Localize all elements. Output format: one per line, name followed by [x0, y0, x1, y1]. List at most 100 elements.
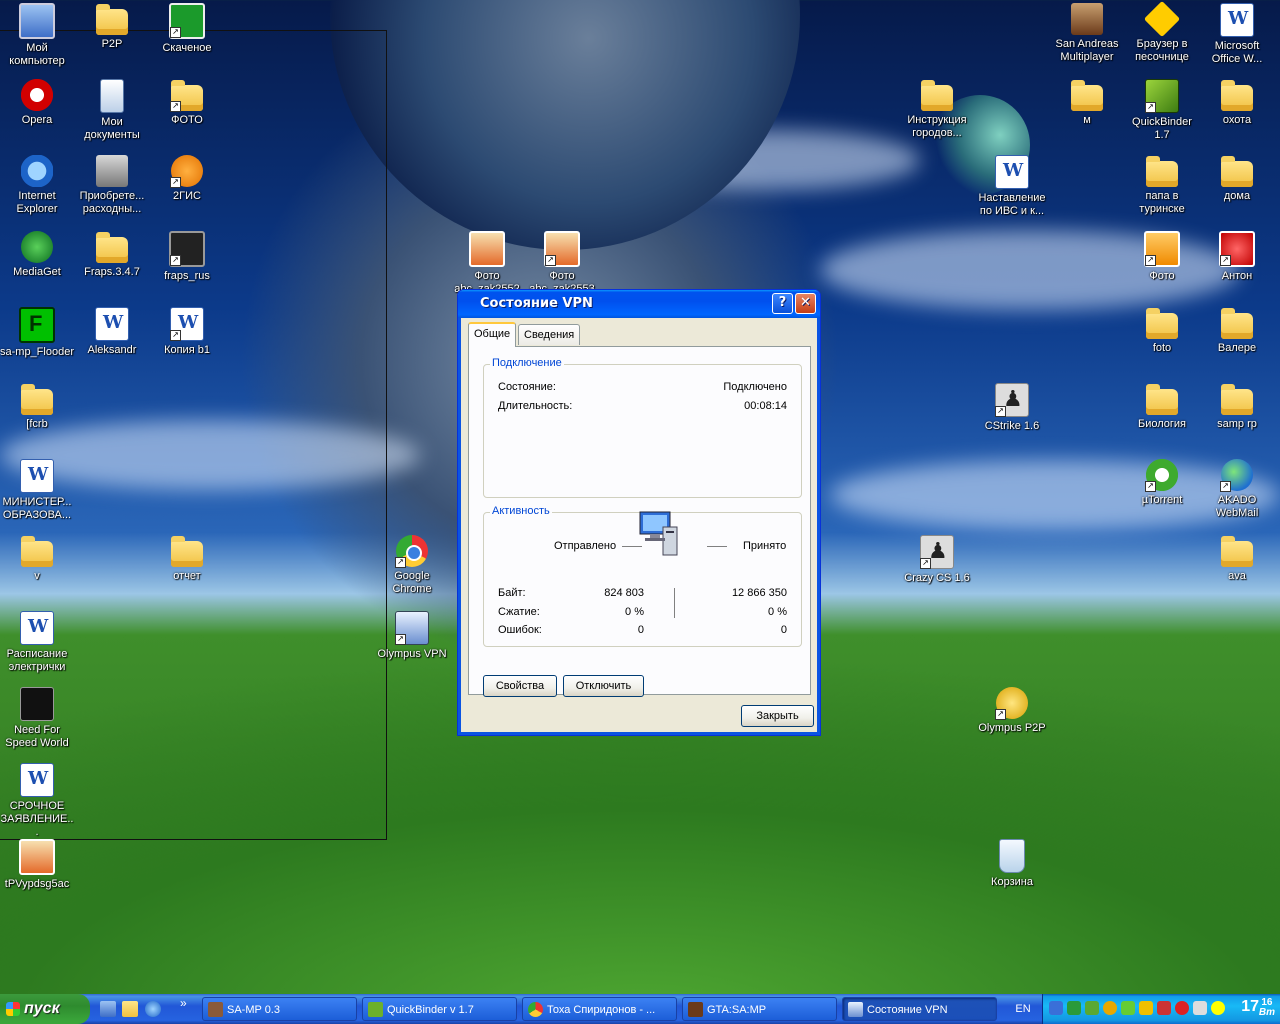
desktop-icon[interactable]: ava	[1199, 535, 1275, 583]
close-button[interactable]: Закрыть	[741, 705, 814, 727]
desktop-icon[interactable]: Fraps.3.4.7	[74, 231, 150, 279]
utorrent-tray-icon[interactable]	[1085, 1001, 1099, 1015]
desktop-icon[interactable]: ↗ Crazy CS 1.6	[899, 535, 975, 585]
desktop-icon[interactable]: Браузер в песочнице	[1124, 0, 1200, 64]
desktop-icon[interactable]: Наставление по ИВС и к...	[974, 155, 1050, 218]
browser-sb-icon	[1143, 0, 1181, 38]
desktop-icon[interactable]: Валере	[1199, 307, 1275, 355]
desktop-icon[interactable]: Корзина	[974, 839, 1050, 889]
explorer-icon[interactable]	[122, 1001, 138, 1017]
desktop-icon[interactable]: [fcrb	[0, 383, 75, 431]
desktop-icon[interactable]: Internet Explorer	[0, 155, 75, 216]
desktop-icon[interactable]: СРОЧНОЕ ЗАЯВЛЕНИЕ...	[0, 763, 75, 839]
shield-tray-icon[interactable]	[1139, 1001, 1153, 1015]
desktop-icon[interactable]: ↗ µTorrent	[1124, 459, 1200, 507]
desktop-icon[interactable]: Мои документы	[74, 79, 150, 142]
clock-hours[interactable]: 17	[1241, 998, 1259, 1016]
task-gta[interactable]: GTA:SA:MP	[682, 997, 837, 1021]
close-icon[interactable]: ✕	[795, 293, 816, 314]
desktop-icon[interactable]: Мой компьютер	[0, 3, 75, 68]
internet-explorer-icon[interactable]	[145, 1001, 161, 1017]
desktop-icon[interactable]: ↗ Копия b1	[149, 307, 225, 357]
desktop-icon[interactable]: Need For Speed World	[0, 687, 75, 750]
tab-details[interactable]: Сведения	[518, 324, 581, 345]
received-line	[707, 546, 727, 547]
desktop-icon[interactable]: ↗ Olympus VPN	[374, 611, 450, 661]
tab-general[interactable]: Общие	[468, 322, 517, 347]
desktop-icon[interactable]: v	[0, 535, 75, 583]
desktop-icon[interactable]: ↗ Антон	[1199, 231, 1275, 283]
language-indicator[interactable]: EN	[1008, 994, 1038, 1024]
desktop-icon[interactable]: Microsoft Office W...	[1199, 3, 1275, 66]
sent-label: Отправлено	[554, 540, 617, 552]
task-chrome[interactable]: Тоха Спиридонов - ...	[522, 997, 677, 1021]
show-desktop-icon[interactable]	[100, 1001, 116, 1017]
bytes-sent: 824 803	[604, 587, 644, 599]
desktop-icon[interactable]: MediaGet	[0, 231, 75, 279]
desktop-icon[interactable]: ↗Фото abc_zak2553	[524, 231, 600, 296]
network-tray-icon[interactable]	[1049, 1001, 1063, 1015]
desktop[interactable]: { "desktop_icons": [ {"label":"Мой компь…	[0, 0, 1280, 1024]
errors-label: Ошибок:	[498, 624, 542, 636]
desktop-icon[interactable]: ↗ CStrike 1.6	[974, 383, 1050, 433]
properties-button[interactable]: Свойства	[483, 675, 557, 697]
desktop-icon-label: San Andreas Multiplayer	[1055, 38, 1119, 63]
desktop-icon[interactable]: ↗ Google Chrome	[374, 535, 450, 596]
desktop-icon[interactable]: охота	[1199, 79, 1275, 127]
desktop-icon[interactable]: Фото abc_zak2552	[449, 231, 525, 296]
desktop-icon[interactable]: San Andreas Multiplayer	[1049, 3, 1125, 64]
desktop-icon[interactable]: ↗ AKADO WebMail	[1199, 459, 1275, 520]
shortcut-arrow-icon: ↗	[170, 177, 181, 188]
desktop-icon[interactable]: м	[1049, 79, 1125, 127]
desktop-icon[interactable]: ↗ ФОТО	[149, 79, 225, 127]
desktop-icon[interactable]: Инструкция городов...	[899, 79, 975, 140]
desktop-icon[interactable]: foto	[1124, 307, 1200, 355]
desktop-icon[interactable]: Расписание электрички	[0, 611, 75, 674]
desktop-icon[interactable]: Приобрете... расходны...	[74, 155, 150, 216]
desktop-icon[interactable]: ↗ 2ГИС	[149, 155, 225, 203]
quicklaunch-chevron-icon[interactable]: »	[180, 996, 187, 1010]
desktop-icon[interactable]: Opera	[0, 79, 75, 127]
dialog-titlebar[interactable]: Состояние VPN ? ✕	[458, 290, 820, 318]
task-quickbinder[interactable]: QuickBinder v 1.7	[362, 997, 517, 1021]
clock-detail[interactable]: 16 Вт	[1259, 998, 1275, 1018]
desktop-icon[interactable]: sa-mp_Flooder	[0, 307, 75, 359]
desktop-icon[interactable]: ↗ fraps_rus	[149, 231, 225, 283]
flag-tray-icon[interactable]	[1157, 1001, 1171, 1015]
desktop-icon[interactable]: Aleksandr	[74, 307, 150, 357]
antivirus-tray-icon[interactable]	[1067, 1001, 1081, 1015]
ols-icon: ↗	[995, 687, 1028, 720]
desktop-icon[interactable]: дома	[1199, 155, 1275, 203]
start-button[interactable]: пуск	[0, 994, 90, 1024]
sun-tray-icon[interactable]	[1211, 1001, 1225, 1015]
vpn-status-dialog[interactable]: Состояние VPN ? ✕ Общие Сведения Подключ…	[457, 289, 821, 736]
desktop-icon[interactable]: ↗ Скаченое	[149, 3, 225, 55]
desktop-icon-label: samp rp	[1217, 418, 1257, 430]
duration-value: 00:08:14	[744, 400, 787, 412]
desktop-icon[interactable]: отчет	[149, 535, 225, 583]
desktop-icon-label: Crazy CS 1.6	[904, 572, 970, 584]
task-vpn-status[interactable]: Состояние VPN	[842, 997, 997, 1021]
task-samp[interactable]: SA-MP 0.3	[202, 997, 357, 1021]
desktop-icon-label: MediaGet	[13, 266, 61, 278]
desktop-icon[interactable]: ↗ Olympus P2P	[974, 687, 1050, 735]
desktop-icon[interactable]: P2P	[74, 3, 150, 51]
desktop-icon[interactable]: ↗ Фото	[1124, 231, 1200, 283]
desktop-icon-label: Мои документы	[84, 116, 140, 141]
desktop-icon[interactable]: папа в туринске	[1124, 155, 1200, 216]
opera-tray-icon[interactable]	[1175, 1001, 1189, 1015]
desktop-icon[interactable]: tPVypdsg5ac	[0, 839, 75, 891]
app-tray-icon[interactable]	[1103, 1001, 1117, 1015]
desktop-icon[interactable]: Биология	[1124, 383, 1200, 431]
desktop-icon[interactable]: ↗ QuickBinder 1.7	[1124, 79, 1200, 142]
volume-tray-icon[interactable]	[1193, 1001, 1207, 1015]
help-button[interactable]: ?	[772, 293, 793, 314]
shortcut-arrow-icon: ↗	[1220, 481, 1231, 492]
desktop-icon-label: охота	[1222, 114, 1252, 126]
word-icon	[20, 459, 54, 493]
disconnect-button[interactable]: Отключить	[563, 675, 644, 697]
desktop-icon[interactable]: samp rp	[1199, 383, 1275, 431]
download-tray-icon[interactable]	[1121, 1001, 1135, 1015]
desktop-icon[interactable]: МИНИСТЕР... ОБРАЗОВА...	[0, 459, 75, 522]
vpn-icon	[848, 1002, 863, 1017]
